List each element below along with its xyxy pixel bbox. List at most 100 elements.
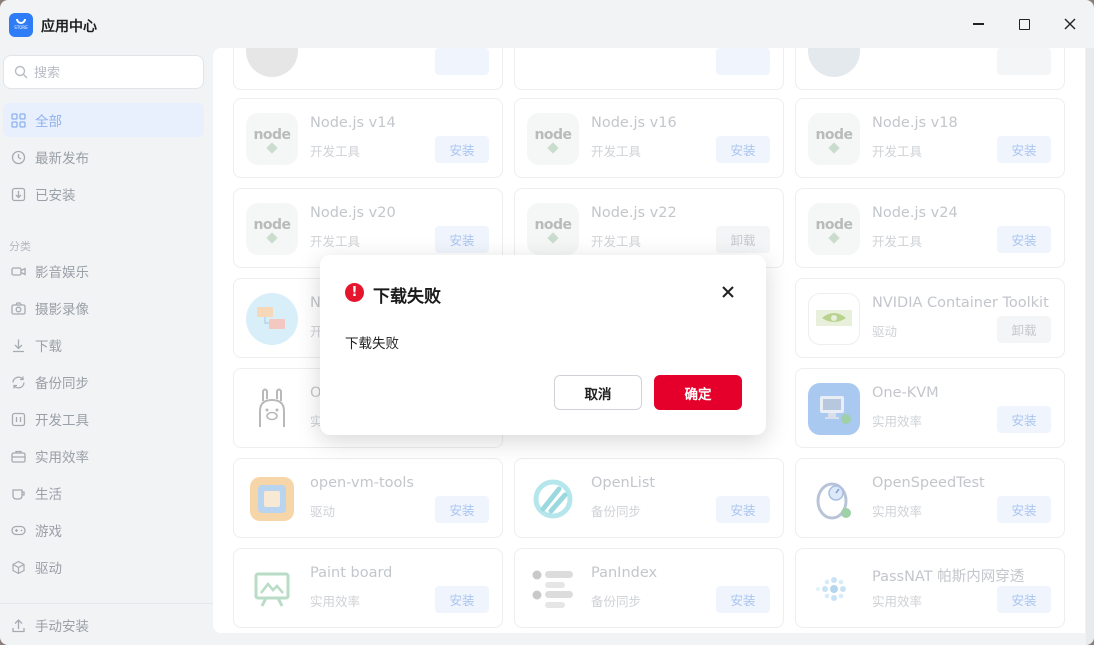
- manual-install-button[interactable]: 手动安装: [3, 608, 204, 642]
- vmware-icon: [246, 473, 298, 525]
- sidebar-item-download[interactable]: 下载: [3, 328, 204, 362]
- install-button[interactable]: 安装: [435, 226, 489, 253]
- app-icon: [246, 48, 298, 77]
- maximize-button[interactable]: [1009, 10, 1039, 38]
- app-card[interactable]: PanIndex 备份同步 安装: [514, 548, 784, 628]
- app-card[interactable]: open-vm-tools 驱动 安装: [233, 458, 503, 538]
- install-button[interactable]: 安装: [997, 496, 1051, 523]
- speedtest-icon: [808, 473, 860, 525]
- install-button[interactable]: [435, 48, 489, 75]
- sidebar-item-all[interactable]: 全部: [3, 103, 204, 137]
- close-icon: [722, 286, 734, 298]
- uninstall-button[interactable]: 卸载: [716, 226, 770, 253]
- dialog-message: 下载失败: [345, 336, 399, 352]
- install-button[interactable]: 安装: [997, 226, 1051, 253]
- nodejs-icon: node: [808, 113, 860, 165]
- clock-icon: [10, 149, 26, 165]
- download-failed-dialog: ! 下载失败 下载失败 取消 确定: [320, 255, 766, 435]
- gamepad-icon: [10, 522, 26, 538]
- category-section-label: 分类: [9, 240, 31, 253]
- error-icon: !: [345, 283, 364, 302]
- app-card[interactable]: NVIDIA Container Toolkit 驱动 卸载: [795, 278, 1065, 358]
- cup-icon: [10, 485, 26, 501]
- panindex-icon: [527, 563, 579, 615]
- sidebar-item-dev[interactable]: 开发工具: [3, 402, 204, 436]
- install-button[interactable]: [716, 48, 770, 75]
- app-card[interactable]: node Node.js v14 开发工具 安装: [233, 98, 503, 178]
- app-name: NVIDIA Container Toolkit: [872, 295, 1049, 311]
- app-card[interactable]: [795, 48, 1065, 90]
- nodejs-icon: node: [246, 113, 298, 165]
- install-button[interactable]: 安装: [716, 586, 770, 613]
- app-card[interactable]: One-KVM 实用效率 安装: [795, 368, 1065, 448]
- cancel-button[interactable]: 取消: [554, 375, 642, 410]
- search-input[interactable]: [34, 64, 184, 80]
- app-card[interactable]: [233, 48, 503, 90]
- sidebar-item-label: 全部: [35, 114, 62, 130]
- install-button[interactable]: 安装: [435, 586, 489, 613]
- sidebar-item-productivity[interactable]: 实用效率: [3, 439, 204, 473]
- nodejs-icon: node: [527, 113, 579, 165]
- sidebar-item-drivers[interactable]: 驱动: [3, 550, 204, 584]
- app-name: Node.js v14: [310, 115, 396, 131]
- nodejs-icon: node: [527, 203, 579, 255]
- install-button[interactable]: 安装: [435, 496, 489, 523]
- sidebar-item-label: 驱动: [35, 561, 62, 577]
- app-card[interactable]: node Node.js v18 开发工具 安装: [795, 98, 1065, 178]
- app-category: 实用效率: [872, 414, 923, 429]
- sidebar-item-life[interactable]: 生活: [3, 476, 204, 510]
- network-app-icon: [246, 293, 298, 345]
- sidebar-item-backup[interactable]: 备份同步: [3, 365, 204, 399]
- install-button[interactable]: 安装: [716, 136, 770, 163]
- close-window-button[interactable]: [1055, 10, 1085, 38]
- uninstall-button[interactable]: 卸载: [997, 316, 1051, 343]
- sidebar-item-installed[interactable]: 已安装: [3, 177, 204, 211]
- minimize-icon: [972, 23, 984, 25]
- app-card[interactable]: node Node.js v24 开发工具 安装: [795, 188, 1065, 268]
- download-box-icon: [10, 186, 26, 202]
- app-name: One-KVM: [872, 385, 939, 401]
- sidebar-item-photo[interactable]: 摄影录像: [3, 291, 204, 325]
- sidebar-item-label: 最新发布: [35, 151, 89, 167]
- sidebar-item-games[interactable]: 游戏: [3, 513, 204, 547]
- nvidia-icon: [808, 293, 860, 345]
- app-card[interactable]: [514, 48, 784, 90]
- dialog-close-button[interactable]: [718, 282, 738, 302]
- app-category: 实用效率: [872, 504, 923, 519]
- app-category: 驱动: [872, 324, 898, 339]
- app-card[interactable]: PassNAT 帕斯内网穿透 实用效率 安装: [795, 548, 1065, 628]
- grid-icon: [10, 112, 26, 128]
- minimize-button[interactable]: [963, 10, 993, 38]
- sidebar-item-label: 游戏: [35, 524, 62, 540]
- sidebar-item-label: 生活: [35, 487, 62, 503]
- install-button[interactable]: 安装: [997, 586, 1051, 613]
- app-card[interactable]: OpenSpeedTest 实用效率 安装: [795, 458, 1065, 538]
- maximize-icon: [1018, 18, 1030, 30]
- sidebar-item-media[interactable]: 影音娱乐: [3, 254, 204, 288]
- action-button[interactable]: [997, 48, 1051, 75]
- app-category: 实用效率: [872, 594, 923, 609]
- install-button[interactable]: 安装: [435, 136, 489, 163]
- search-box[interactable]: [3, 55, 204, 89]
- sidebar-item-latest[interactable]: 最新发布: [3, 140, 204, 174]
- dialog-title: 下载失败: [373, 287, 441, 307]
- app-name: Node.js v18: [872, 115, 958, 131]
- app-category: 开发工具: [591, 234, 642, 249]
- title-bar: STORE 应用中心: [0, 0, 1094, 48]
- app-name: open-vm-tools: [310, 475, 414, 491]
- app-name: OpenList: [591, 475, 656, 491]
- install-button[interactable]: 安装: [997, 406, 1051, 433]
- confirm-button[interactable]: 确定: [654, 375, 742, 410]
- search-icon: [14, 65, 28, 79]
- briefcase-icon: [10, 448, 26, 464]
- sidebar: 全部 最新发布 已安装 分类 影音娱乐 摄影录像 下载 备份同步: [0, 48, 213, 645]
- app-card[interactable]: OpenList 备份同步 安装: [514, 458, 784, 538]
- paint-board-icon: [246, 563, 298, 615]
- install-button[interactable]: 安装: [997, 136, 1051, 163]
- app-card[interactable]: node Node.js v16 开发工具 安装: [514, 98, 784, 178]
- app-category: 开发工具: [310, 144, 361, 159]
- scrollbar[interactable]: [1086, 48, 1094, 645]
- install-button[interactable]: 安装: [716, 496, 770, 523]
- app-card[interactable]: Paint board 实用效率 安装: [233, 548, 503, 628]
- store-logo-icon: STORE: [9, 13, 33, 37]
